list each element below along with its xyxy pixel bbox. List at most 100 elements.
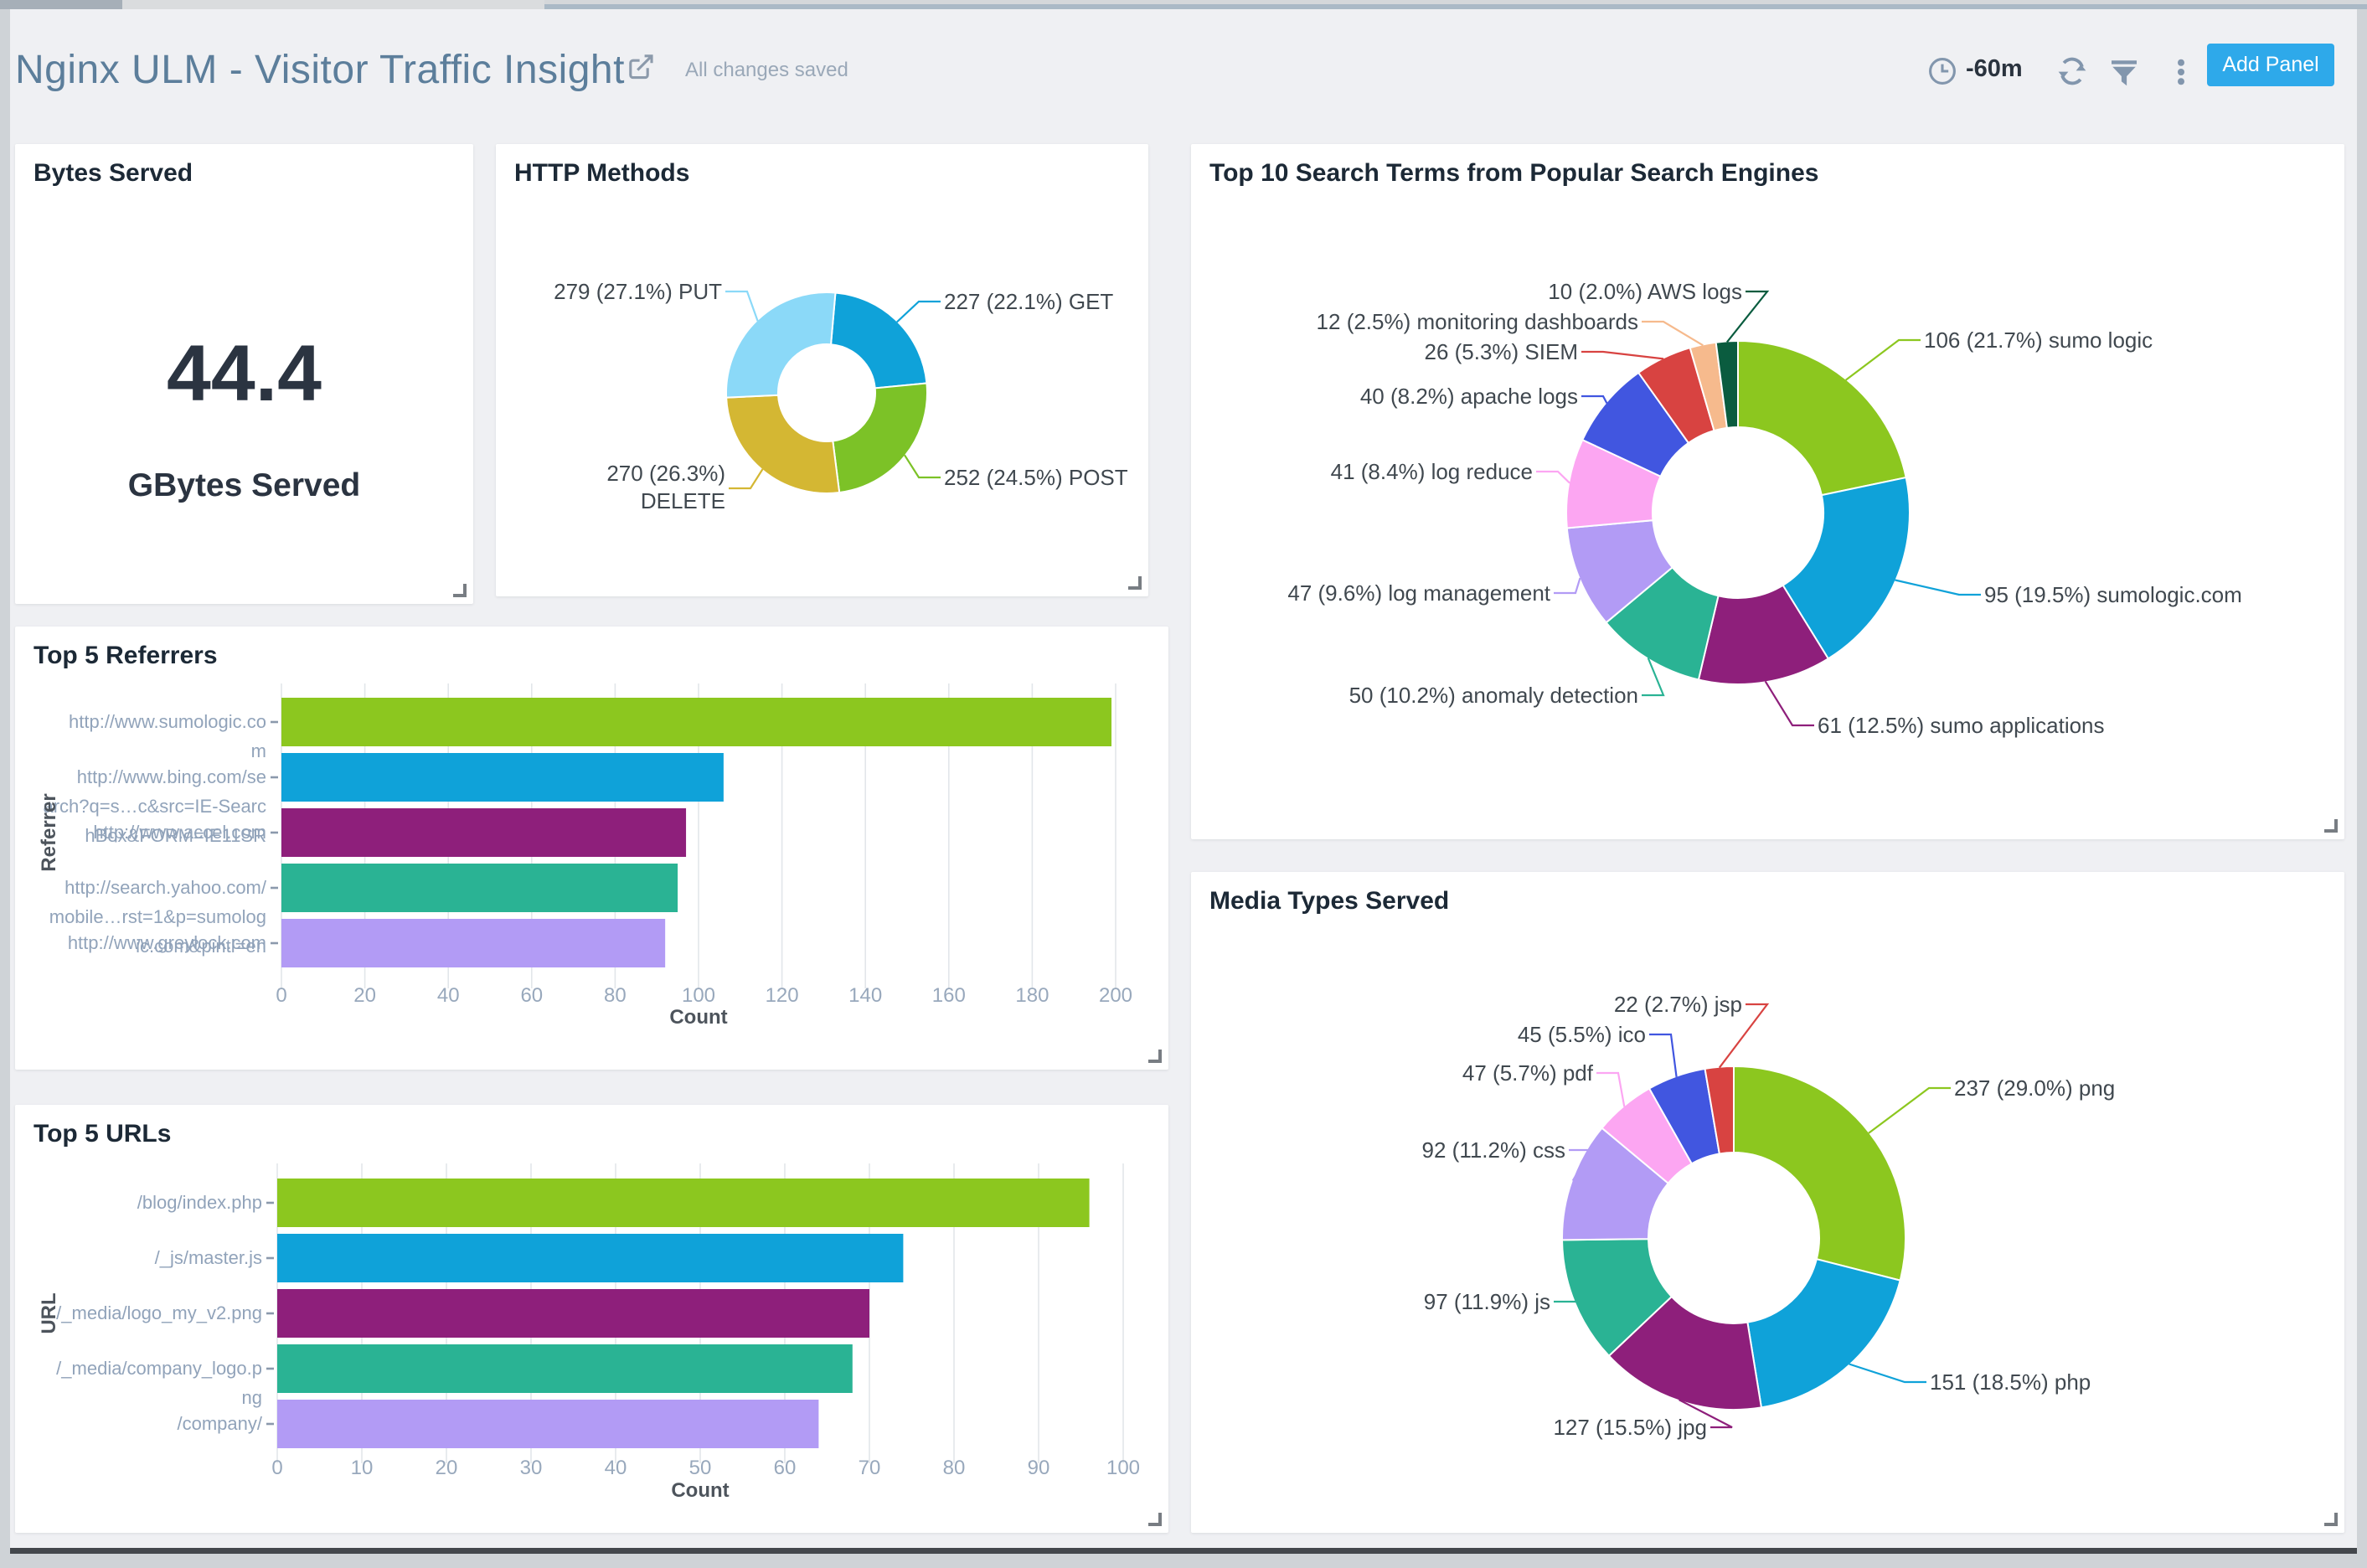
x-tick-label: 60 [774, 1457, 797, 1479]
y-category-label: http://www.accel.com [93, 822, 266, 843]
slice-label: 97 (11.9%) js [1424, 1289, 1550, 1314]
slice-label: 252 (24.5%) POST [944, 465, 1128, 490]
label-leader-line [1649, 1034, 1677, 1077]
panel-resize-handle[interactable] [2324, 819, 2338, 833]
slice-png[interactable] [1734, 1066, 1905, 1281]
label-leader-line [905, 455, 941, 477]
label-leader-line [1581, 396, 1606, 403]
label-leader-line [897, 302, 941, 322]
save-status: All changes saved [685, 59, 848, 82]
label-leader-line [1849, 1364, 1926, 1383]
label-leader-line [1642, 322, 1703, 345]
panel-resize-handle[interactable] [453, 584, 467, 597]
label-leader-line [1869, 1088, 1951, 1133]
bar--company-[interactable] [277, 1400, 818, 1448]
panel-http-methods: HTTP Methods 227 (22.1%) GET252 (24.5%) … [496, 144, 1148, 596]
clock-icon[interactable] [1927, 56, 1957, 86]
bar--media-logo-my-v2-png[interactable] [277, 1289, 869, 1338]
bar-http-www-sumologic-com[interactable] [281, 698, 1111, 746]
slice-label: 22 (2.7%) jsp [1614, 992, 1742, 1017]
y-category-label: /_media/company_logo.png [56, 1358, 262, 1408]
y-category-label: /company/ [178, 1413, 263, 1434]
x-tick-label: 50 [689, 1457, 712, 1479]
x-tick-label: 80 [604, 984, 627, 1007]
bytes-served-unit-label: GBytes Served [15, 466, 473, 506]
panel-resize-handle[interactable] [1148, 1050, 1162, 1063]
x-tick-label: 80 [943, 1457, 966, 1479]
panel-search-terms: Top 10 Search Terms from Popular Search … [1191, 144, 2344, 839]
panel-resize-handle[interactable] [1128, 576, 1142, 590]
label-leader-line [725, 291, 758, 321]
y-axis-title: Referrer [38, 793, 60, 871]
dashboard-root: Nginx ULM - Visitor Traffic Insight All … [0, 0, 2367, 1568]
y-category-label: /_js/master.js [155, 1247, 262, 1268]
add-panel-button[interactable]: Add Panel [2207, 44, 2334, 86]
media-types-donut-chart[interactable]: 237 (29.0%) png151 (18.5%) php127 (15.5%… [1191, 872, 2344, 1533]
slice-php[interactable] [1747, 1259, 1900, 1407]
x-tick-label: 180 [1015, 984, 1049, 1007]
slice-label: 279 (27.1%) PUT [554, 279, 722, 304]
share-icon[interactable] [627, 52, 657, 82]
slice-sumo-logic[interactable] [1738, 341, 1906, 495]
x-tick-label: 20 [353, 984, 376, 1007]
slice-label: 26 (5.3%) SIEM [1424, 339, 1578, 364]
chrome-segment [0, 0, 122, 9]
slice-label: 95 (19.5%) sumologic.com [1984, 582, 2242, 607]
panel-resize-handle[interactable] [1148, 1513, 1162, 1526]
y-axis-title: URL [38, 1292, 60, 1333]
x-tick-label: 120 [766, 984, 799, 1007]
time-range-selector[interactable]: -60m [1966, 55, 2023, 83]
panel-top-urls: Top 5 URLs 0102030405060708090100/blog/i… [15, 1105, 1168, 1533]
urls-bar-chart[interactable]: 0102030405060708090100/blog/index.php/_j… [15, 1105, 1168, 1533]
x-tick-label: 0 [271, 1457, 282, 1479]
label-leader-line [1554, 578, 1581, 593]
slice-put[interactable] [726, 292, 835, 398]
slice-post[interactable] [833, 383, 927, 493]
bar-http-www-accel-com[interactable] [281, 808, 686, 857]
x-tick-label: 30 [520, 1457, 543, 1479]
x-tick-label: 140 [848, 984, 882, 1007]
panel-title: Bytes Served [34, 159, 193, 188]
slice-label: 92 (11.2%) css [1422, 1137, 1565, 1163]
x-tick-label: 60 [520, 984, 543, 1007]
http-methods-donut-chart[interactable]: 227 (22.1%) GET252 (24.5%) POST270 (26.3… [496, 144, 1148, 596]
slice-label: 61 (12.5%) sumo applications [1818, 713, 2105, 738]
bar--js-master-js[interactable] [277, 1234, 903, 1282]
label-leader-line [1581, 352, 1663, 358]
x-tick-label: 90 [1028, 1457, 1050, 1479]
x-tick-label: 20 [436, 1457, 458, 1479]
slice-label: 50 (10.2%) anomaly detection [1349, 683, 1638, 708]
slice-label: 127 (15.5%) jpg [1553, 1415, 1707, 1440]
bar-http-search-yahoo-com-mobile-rst-1-p-sum[interactable] [281, 864, 678, 912]
slice-label: 47 (9.6%) log management [1287, 580, 1550, 606]
label-leader-line [1536, 472, 1570, 483]
kebab-menu-icon[interactable] [2166, 55, 2196, 89]
filter-icon[interactable] [2107, 55, 2141, 89]
y-category-label: /_media/logo_my_v2.png [56, 1302, 262, 1323]
x-tick-label: 70 [859, 1457, 881, 1479]
slice-label: 106 (21.7%) sumo logic [1924, 328, 2153, 353]
x-tick-label: 10 [351, 1457, 374, 1479]
bar--media-company-logo-png[interactable] [277, 1344, 853, 1393]
bar-http-www-greylock-com[interactable] [281, 919, 665, 967]
slice-delete[interactable] [726, 395, 839, 493]
referrers-bar-chart[interactable]: 020406080100120140160180200http://www.su… [15, 627, 1168, 1070]
x-tick-label: 160 [932, 984, 966, 1007]
y-category-label: /blog/index.php [137, 1192, 262, 1213]
x-axis-title: Count [669, 1006, 727, 1029]
search-terms-donut-chart[interactable]: 106 (21.7%) sumo logic 95 (19.5%) sumolog… [1191, 144, 2344, 839]
slice-label: 237 (29.0%) png [1954, 1075, 2115, 1101]
label-leader-line [1596, 1073, 1624, 1106]
x-tick-label: 100 [682, 984, 715, 1007]
x-tick-label: 0 [276, 984, 286, 1007]
slice-label: 41 (8.4%) log reduce [1331, 459, 1533, 484]
window-chrome-strip [0, 0, 2367, 9]
slice-label: 227 (22.1%) GET [944, 289, 1113, 314]
x-tick-label: 40 [605, 1457, 627, 1479]
bar-http-www-bing-com-search-q-s-c-src-ie-se[interactable] [281, 753, 724, 802]
panel-resize-handle[interactable] [2324, 1513, 2338, 1526]
x-tick-label: 200 [1099, 984, 1132, 1007]
panel-bytes-served: Bytes Served 44.4 GBytes Served [15, 144, 473, 604]
refresh-icon[interactable] [2055, 54, 2090, 89]
bar--blog-index-php[interactable] [277, 1179, 1090, 1227]
